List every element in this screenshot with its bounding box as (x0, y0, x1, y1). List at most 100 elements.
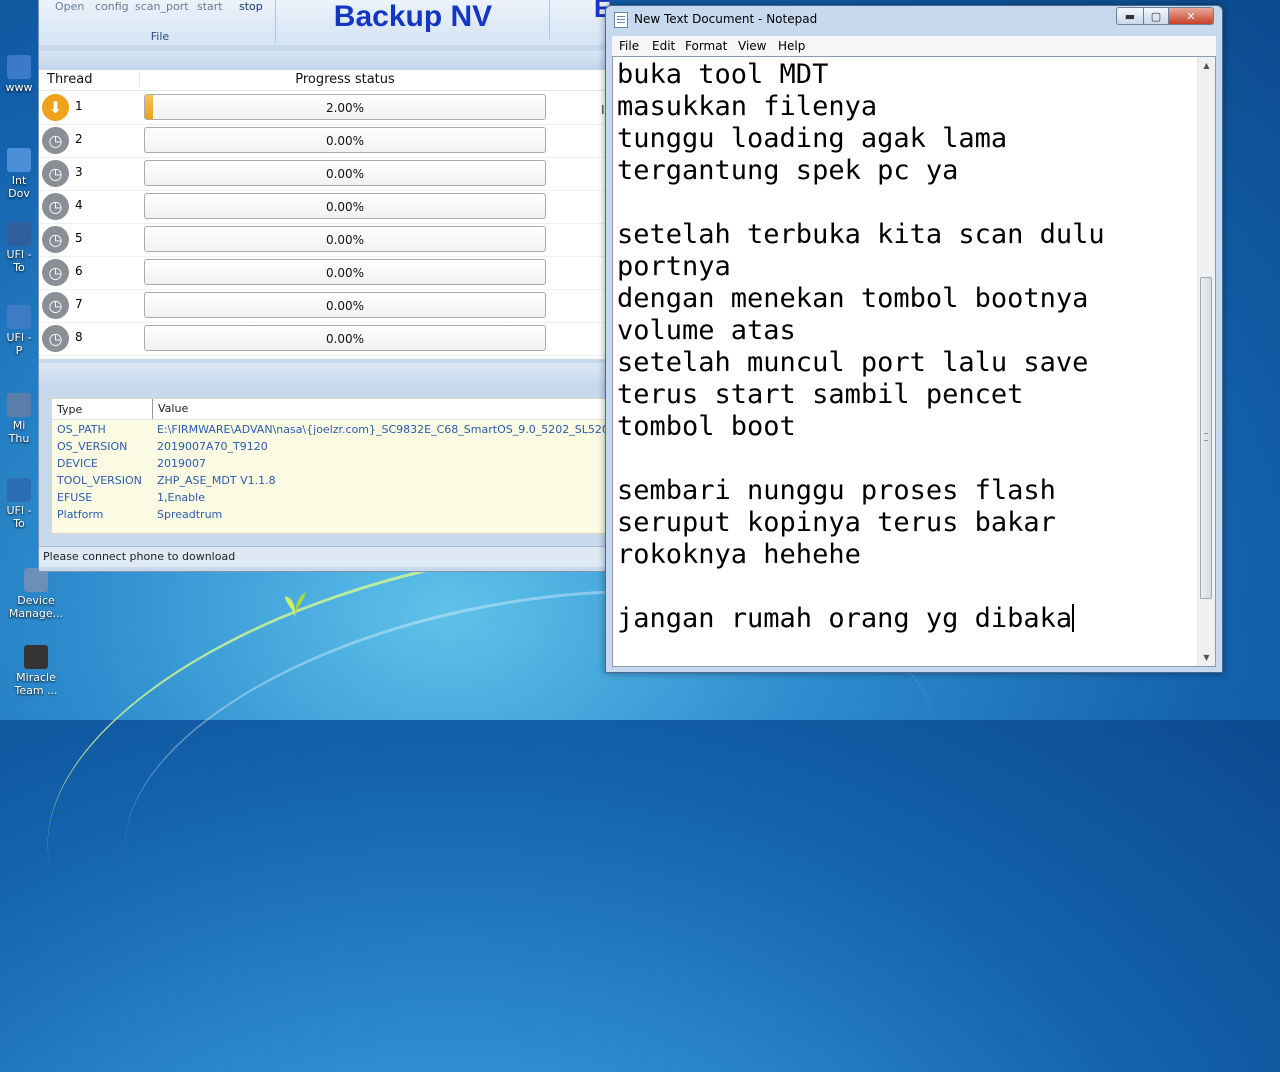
info-type: Platform (57, 508, 104, 521)
desktop-icon[interactable]: Device Manage... (4, 568, 68, 620)
desktop-icon-label: www (5, 81, 33, 94)
stop-button[interactable]: stop (239, 0, 263, 13)
progress-bar: 0.00% (144, 259, 546, 285)
tool-title: Backup NV (333, 0, 493, 33)
desktop-icon[interactable]: UFI - P (0, 305, 38, 357)
thread-column-header: Thread (47, 72, 93, 87)
info-type: OS_PATH (57, 423, 106, 436)
desktop-icon[interactable]: Int Dov (0, 148, 38, 200)
desktop-icon-label: Int Dov (8, 174, 30, 200)
maximize-icon: ▢ (1150, 9, 1162, 23)
info-row: Platform Spreadtrum (52, 506, 612, 523)
editor-text[interactable]: buka tool MDT masukkan filenya tunggu lo… (617, 59, 1105, 635)
start-button[interactable]: start (197, 0, 223, 13)
scroll-down-arrow-icon[interactable]: ▼ (1198, 649, 1215, 666)
desktop-icon-label: UFI - To (6, 248, 32, 274)
progress-bar: 0.00% (144, 160, 546, 186)
scrollbar-thumb[interactable] (1200, 277, 1212, 599)
menu-view[interactable]: View (738, 39, 766, 53)
progress-label: 0.00% (325, 167, 365, 181)
thread-number: 5 (75, 231, 83, 245)
menu-format[interactable]: Format (685, 39, 727, 53)
minimize-icon: ▬ (1124, 9, 1136, 23)
status-bar: Please connect phone to download (39, 546, 609, 567)
info-value: 2019007 (157, 457, 206, 470)
value-column-header: Value (152, 399, 188, 419)
thread-number: 4 (75, 198, 83, 212)
progress-bar: 0.00% (144, 193, 546, 219)
text-editor[interactable]: buka tool MDT masukkan filenya tunggu lo… (612, 56, 1216, 667)
scroll-up-arrow-icon[interactable]: ▲ (1198, 57, 1215, 74)
progress-label: 0.00% (325, 332, 365, 346)
desktop-icon[interactable]: www (0, 55, 38, 94)
menu-help[interactable]: Help (778, 39, 805, 53)
clock-icon: ◷ (42, 325, 69, 352)
ribbon: Open config scan_port start stop File Ba… (39, 0, 609, 45)
desktop-app-icon (24, 645, 48, 669)
ribbon-group-label: File (150, 30, 170, 43)
clock-icon: ◷ (42, 292, 69, 319)
progress-bar: 0.00% (144, 292, 546, 318)
vertical-scrollbar[interactable]: ▲ ▼ (1197, 57, 1215, 666)
menu-file[interactable]: File (619, 39, 639, 53)
thread-row: ◷ 5 0.00% (39, 223, 609, 257)
info-value: E:\FIRMWARE\ADVAN\nasa\{joelzr.com}_SC98… (157, 423, 652, 436)
panel-divider (39, 363, 609, 387)
thread-row: ◷ 7 0.00% (39, 289, 609, 323)
clock-icon: ◷ (42, 226, 69, 253)
cut-off-column-text: I (601, 103, 605, 117)
info-panel: Type Value OS_PATH E:\FIRMWARE\ADVAN\nasa… (51, 398, 652, 534)
desktop-icon-label: Mi Thu (8, 419, 30, 445)
notepad-titlebar[interactable]: New Text Document - Notepad ▬ ▢ ✕ (606, 6, 1222, 34)
info-row: DEVICE 2019007 (52, 455, 612, 472)
menu-edit[interactable]: Edit (652, 39, 675, 53)
info-row: OS_VERSION 2019007A70_T9120 (52, 438, 612, 455)
info-row: EFUSE 1,Enable (52, 489, 612, 506)
desktop-icon[interactable]: UFI - To (0, 478, 38, 530)
info-table-header: Type Value (52, 399, 612, 420)
minimize-button[interactable]: ▬ (1116, 7, 1144, 25)
notepad-app-icon[interactable] (614, 12, 628, 28)
progress-bar: 0.00% (144, 127, 546, 153)
thread-number: 6 (75, 264, 83, 278)
info-type: TOOL_VERSION (57, 474, 142, 487)
thread-row: ◷ 2 0.00% (39, 124, 609, 158)
info-value: 2019007A70_T9120 (157, 440, 268, 453)
desktop-icon-label: Device Manage... (8, 594, 64, 620)
thread-number: 8 (75, 330, 83, 344)
desktop-app-icon (7, 305, 31, 329)
info-row: OS_PATH E:\FIRMWARE\ADVAN\nasa\{joelzr.co… (52, 421, 652, 438)
download-arrow-icon: ⬇ (42, 94, 69, 121)
clock-icon: ◷ (42, 160, 69, 187)
desktop-app-icon (7, 393, 31, 417)
thread-row: ◷ 8 0.00% (39, 322, 609, 356)
notepad-window[interactable]: New Text Document - Notepad ▬ ▢ ✕ File E… (605, 5, 1223, 673)
desktop-icon[interactable]: UFI - To (0, 222, 38, 274)
maximize-button[interactable]: ▢ (1143, 7, 1169, 25)
thread-number: 2 (75, 132, 83, 146)
clock-icon: ◷ (42, 259, 69, 286)
thread-row: ◷ 4 0.00% (39, 190, 609, 224)
progress-label: 0.00% (325, 134, 365, 148)
desktop-icon[interactable]: Miracle Team ... (4, 645, 68, 697)
thread-number: 3 (75, 165, 83, 179)
progress-label: 0.00% (325, 266, 365, 280)
desktop-app-icon (7, 148, 31, 172)
progress-bar: 0.00% (144, 226, 546, 252)
clock-icon: ◷ (42, 127, 69, 154)
thread-row: ◷ 3 0.00% (39, 157, 609, 191)
desktop-app-icon (7, 478, 31, 502)
thread-row: ◷ 6 0.00% (39, 256, 609, 290)
info-type: DEVICE (57, 457, 98, 470)
scan-port-button[interactable]: scan_port (135, 0, 189, 13)
desktop-icon[interactable]: Mi Thu (0, 393, 38, 445)
config-button[interactable]: config (95, 0, 129, 13)
menu-bar: File Edit Format View Help (612, 36, 1216, 56)
ribbon-divider (39, 51, 609, 69)
close-button[interactable]: ✕ (1168, 7, 1214, 25)
flash-tool-window[interactable]: Open config scan_port start stop File Ba… (38, 0, 652, 572)
status-text: Please connect phone to download (43, 550, 236, 563)
open-button[interactable]: Open (55, 0, 84, 13)
thread-number: 1 (75, 99, 83, 113)
thread-number: 7 (75, 297, 83, 311)
